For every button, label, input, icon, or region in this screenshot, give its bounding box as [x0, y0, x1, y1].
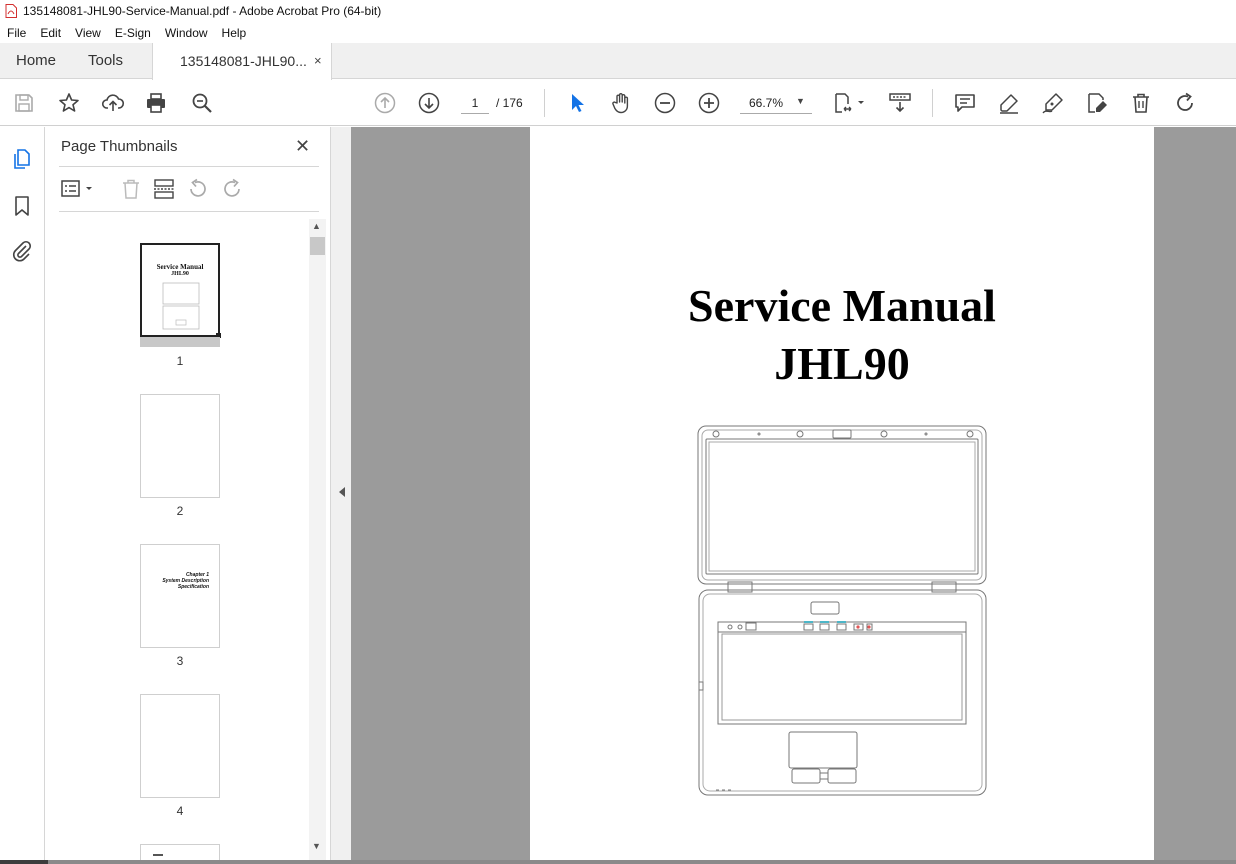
thumb-subtitle: JHL90 [171, 271, 189, 277]
document-model: JHL90 [774, 338, 910, 389]
fill-sign-icon[interactable] [1085, 91, 1109, 115]
thumb-chapter-subtitle: Specification [177, 584, 209, 590]
panel-title: Page Thumbnails [61, 138, 178, 155]
thumb-title: Service Manual [156, 263, 204, 271]
thumbnail-scrollbar[interactable]: ▲ ▼ [309, 219, 326, 860]
divider [59, 166, 319, 167]
toolbar: 1 / 176 66.7% ▼ [0, 80, 1236, 126]
menu-edit[interactable]: Edit [33, 26, 68, 40]
laptop-drawing [162, 282, 200, 330]
star-icon[interactable] [57, 91, 81, 115]
toolbar-separator [544, 89, 545, 117]
scroll-mode-icon[interactable] [888, 91, 912, 115]
highlight-icon[interactable] [997, 91, 1021, 115]
bottom-edge [0, 860, 1236, 864]
tab-document-label: 135148081-JHL90... [180, 53, 307, 69]
panel-splitter[interactable] [330, 127, 351, 860]
toolbar-separator [932, 89, 933, 117]
navigation-rail [0, 127, 45, 864]
page-thumbnail-3[interactable]: Chapter 1 System Description Specificati… [140, 544, 220, 648]
zoom-in-icon[interactable] [697, 91, 721, 115]
bottom-edge-segment [48, 860, 1236, 864]
select-cursor-icon[interactable] [565, 91, 589, 115]
page-thumbnail-1[interactable]: Service Manual JHL90 [140, 243, 221, 338]
upload-icon[interactable] [101, 91, 125, 115]
menu-esign[interactable]: E-Sign [108, 26, 158, 40]
fit-page-icon[interactable] [833, 91, 867, 115]
rotate-right-icon[interactable] [221, 178, 243, 200]
page-thumbnail-4[interactable] [140, 694, 220, 798]
thumb-page-number: 3 [176, 654, 184, 668]
page-thumbnail-5[interactable] [140, 844, 220, 860]
pdf-file-icon [5, 4, 17, 18]
delete-page-icon[interactable] [120, 178, 142, 200]
thumbnail-toolbar [45, 175, 330, 205]
menu-view[interactable]: View [68, 26, 108, 40]
page-total-label: / 176 [496, 96, 523, 110]
sign-icon[interactable] [1041, 91, 1065, 115]
tab-close-button[interactable]: × [314, 43, 322, 79]
page-down-icon[interactable] [417, 91, 441, 115]
page-thumbnails-icon[interactable] [10, 147, 34, 171]
divider [59, 211, 319, 212]
page-thumbnail-2[interactable] [140, 394, 220, 498]
tab-bar: Home Tools 135148081-JHL90... × [0, 43, 1236, 80]
collapse-panel-icon[interactable] [339, 487, 345, 497]
zoom-select[interactable]: 66.7% ▼ [740, 92, 812, 114]
tab-home[interactable]: Home [16, 43, 56, 79]
page-up-icon[interactable] [373, 91, 397, 115]
scroll-down-icon[interactable]: ▼ [312, 841, 321, 851]
title-bar: 135148081-JHL90-Service-Manual.pdf - Ado… [0, 0, 1236, 22]
zoom-value: 66.7% [749, 96, 784, 110]
close-icon[interactable]: ✕ [295, 136, 310, 157]
save-icon[interactable] [12, 91, 36, 115]
zoom-out-icon[interactable] [653, 91, 677, 115]
pdf-page: Service Manual JHL90 [530, 127, 1154, 860]
menu-bar: File Edit View E-Sign Window Help [0, 22, 1236, 43]
tab-document[interactable]: 135148081-JHL90... × [152, 43, 332, 80]
scrollbar-thumb[interactable] [310, 237, 325, 255]
bookmark-icon[interactable] [10, 194, 34, 218]
thumb-page-number: 1 [176, 354, 184, 368]
laptop-illustration [697, 425, 987, 796]
options-menu-icon[interactable] [60, 178, 96, 200]
thumb-shadow [140, 337, 220, 347]
delete-icon[interactable] [1129, 91, 1153, 115]
chevron-down-icon: ▼ [796, 96, 805, 106]
window-title: 135148081-JHL90-Service-Manual.pdf - Ado… [23, 4, 382, 18]
menu-file[interactable]: File [0, 26, 33, 40]
menu-window[interactable]: Window [158, 26, 215, 40]
document-title: Service Manual [688, 280, 996, 331]
document-view[interactable]: Service Manual JHL90 [351, 127, 1236, 860]
insert-page-icon[interactable] [153, 178, 175, 200]
thumb-page-number: 2 [176, 504, 184, 518]
tab-tools[interactable]: Tools [88, 43, 123, 79]
attachment-icon[interactable] [10, 239, 34, 263]
menu-help[interactable]: Help [215, 26, 254, 40]
rotate-left-icon[interactable] [187, 178, 209, 200]
scroll-up-icon[interactable]: ▲ [312, 221, 321, 231]
thumb-page-number: 4 [176, 804, 184, 818]
page-number-input[interactable]: 1 [461, 92, 489, 114]
comment-icon[interactable] [953, 91, 977, 115]
search-zoom-icon[interactable] [190, 91, 214, 115]
thumb-text-line [153, 854, 163, 856]
rotate-icon[interactable] [1173, 91, 1197, 115]
hand-icon[interactable] [609, 91, 633, 115]
print-icon[interactable] [144, 91, 168, 115]
page-thumbnails-panel: Page Thumbnails ✕ Service Manual JHL90 1… [45, 127, 330, 860]
